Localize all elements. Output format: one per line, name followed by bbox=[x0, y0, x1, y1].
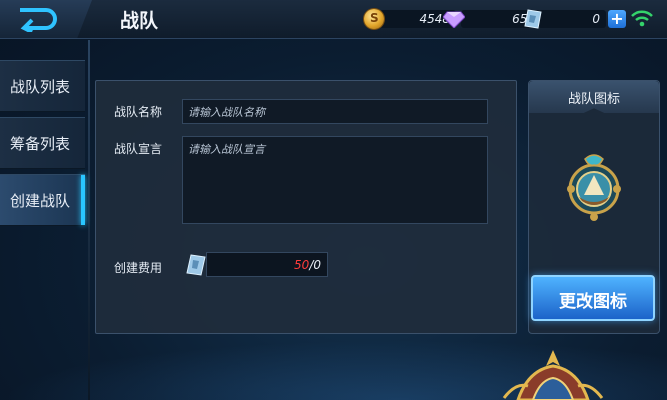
voucher-card-icon bbox=[186, 254, 206, 276]
creation-fee-label: 创建费用 bbox=[114, 261, 163, 275]
sidebar-divider bbox=[88, 40, 90, 400]
team-emblem-icon bbox=[567, 154, 621, 221]
creation-fee-display: 50/0 bbox=[206, 252, 328, 277]
sidebar-item-label: 创建战队 bbox=[10, 192, 71, 210]
change-icon-label: 更改图标 bbox=[559, 292, 627, 312]
decorative-crest-icon bbox=[502, 350, 604, 400]
team-name-input[interactable]: 请输入战队名称 bbox=[182, 99, 488, 124]
sidebar-item-team-list[interactable]: 战队列表 bbox=[0, 60, 85, 112]
sidebar: 战队列表 筹备列表 创建战队 bbox=[0, 60, 85, 231]
team-icon-header: 战队图标 bbox=[529, 81, 659, 113]
back-arrow-icon bbox=[20, 8, 57, 32]
sidebar-item-preparation-list[interactable]: 筹备列表 bbox=[0, 117, 85, 169]
sidebar-item-label: 筹备列表 bbox=[10, 135, 71, 153]
fee-cost-value: 50 bbox=[294, 258, 310, 272]
voucher-card-icon bbox=[524, 9, 542, 29]
page-title: 战队 bbox=[120, 10, 159, 32]
wifi-icon bbox=[631, 10, 653, 27]
team-icon-title: 战队图标 bbox=[567, 92, 620, 107]
gold-coin-icon bbox=[364, 9, 384, 29]
sidebar-item-create-team[interactable]: 创建战队 bbox=[0, 174, 85, 226]
sidebar-item-label: 战队列表 bbox=[10, 78, 71, 96]
create-team-form: 战队名称 请输入战队名称 战队宣言 请输入战队宣言 创建费用 bbox=[95, 80, 517, 334]
voucher-counter: 0 + bbox=[524, 9, 626, 29]
recharge-plus-button[interactable]: + bbox=[608, 10, 626, 28]
diamond-icon bbox=[443, 11, 465, 28]
fee-amount: 50/0 bbox=[294, 258, 321, 272]
team-declaration-label: 战队宣言 bbox=[114, 142, 163, 156]
back-button[interactable] bbox=[0, 0, 92, 38]
fee-owned-value: /0 bbox=[309, 258, 321, 272]
change-icon-button[interactable]: 更改图标 bbox=[531, 275, 655, 321]
top-bar: 战队 4548 659 0 + bbox=[0, 0, 667, 39]
team-declaration-textarea[interactable]: 请输入战队宣言 bbox=[182, 136, 488, 224]
team-name-label: 战队名称 bbox=[114, 105, 163, 119]
voucher-value: 0 bbox=[538, 10, 606, 28]
